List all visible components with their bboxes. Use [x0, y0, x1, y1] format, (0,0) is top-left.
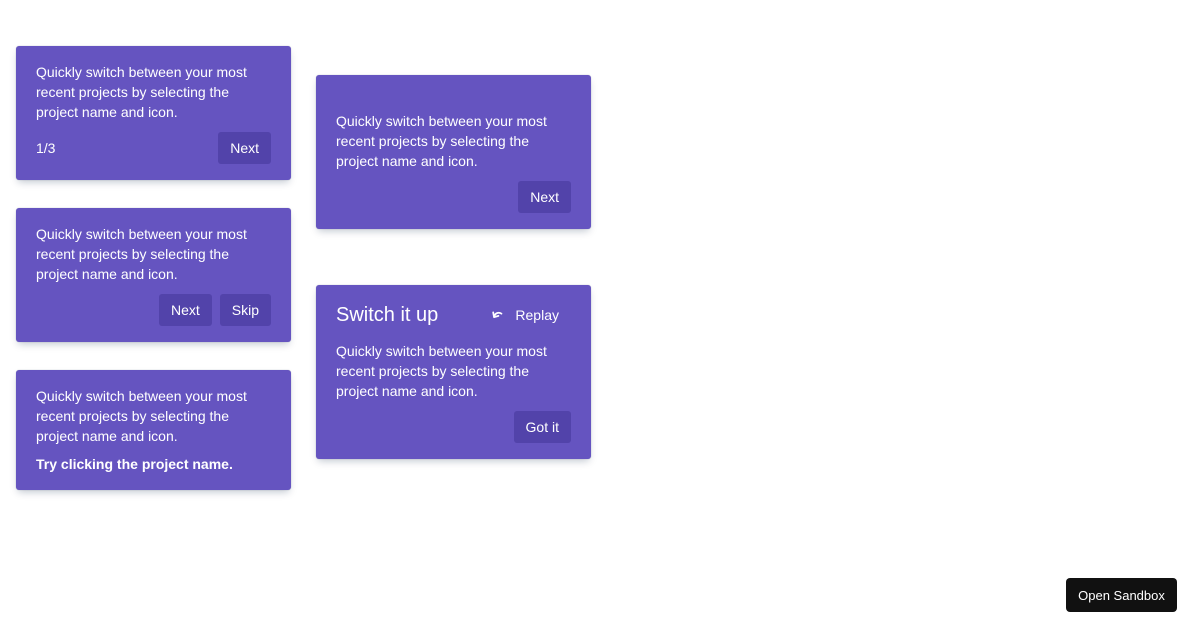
next-button[interactable]: Next	[218, 132, 271, 164]
card-body-text: Quickly switch between your most recent …	[36, 64, 247, 120]
spotlight-card-step: Quickly switch between your most recent …	[16, 46, 291, 180]
spotlight-card-skip: Quickly switch between your most recent …	[16, 208, 291, 342]
spotlight-card-heading: Switch it up Replay Quickly switch betwe…	[316, 285, 591, 459]
card-header: Switch it up Replay	[336, 301, 571, 329]
card-body-text: Quickly switch between your most recent …	[36, 388, 247, 444]
hint-text: Try clicking the project name.	[36, 456, 233, 472]
replay-button[interactable]: Replay	[479, 299, 571, 331]
got-it-button[interactable]: Got it	[513, 411, 571, 443]
spotlight-card-simple: Quickly switch between your most recent …	[316, 75, 591, 229]
card-body-text: Quickly switch between your most recent …	[36, 226, 247, 282]
step-counter: 1/3	[36, 140, 56, 156]
card-heading: Switch it up	[336, 303, 439, 326]
replay-label: Replay	[515, 307, 559, 323]
card-footer: Next	[336, 181, 571, 213]
card-actions: Next Skip	[158, 294, 271, 326]
next-button[interactable]: Next	[158, 294, 212, 326]
card-footer: Got it	[336, 411, 571, 443]
card-footer: Next Skip	[36, 294, 271, 326]
spotlight-card-hint: Quickly switch between your most recent …	[16, 370, 291, 490]
card-body-text: Quickly switch between your most recent …	[336, 343, 547, 399]
open-sandbox-button[interactable]: Open Sandbox	[1066, 578, 1177, 612]
undo-arrow-icon	[491, 308, 505, 322]
card-footer: 1/3 Next	[36, 132, 271, 164]
card-body-text: Quickly switch between your most recent …	[336, 113, 547, 169]
next-button[interactable]: Next	[518, 181, 571, 213]
skip-button[interactable]: Skip	[219, 294, 271, 326]
